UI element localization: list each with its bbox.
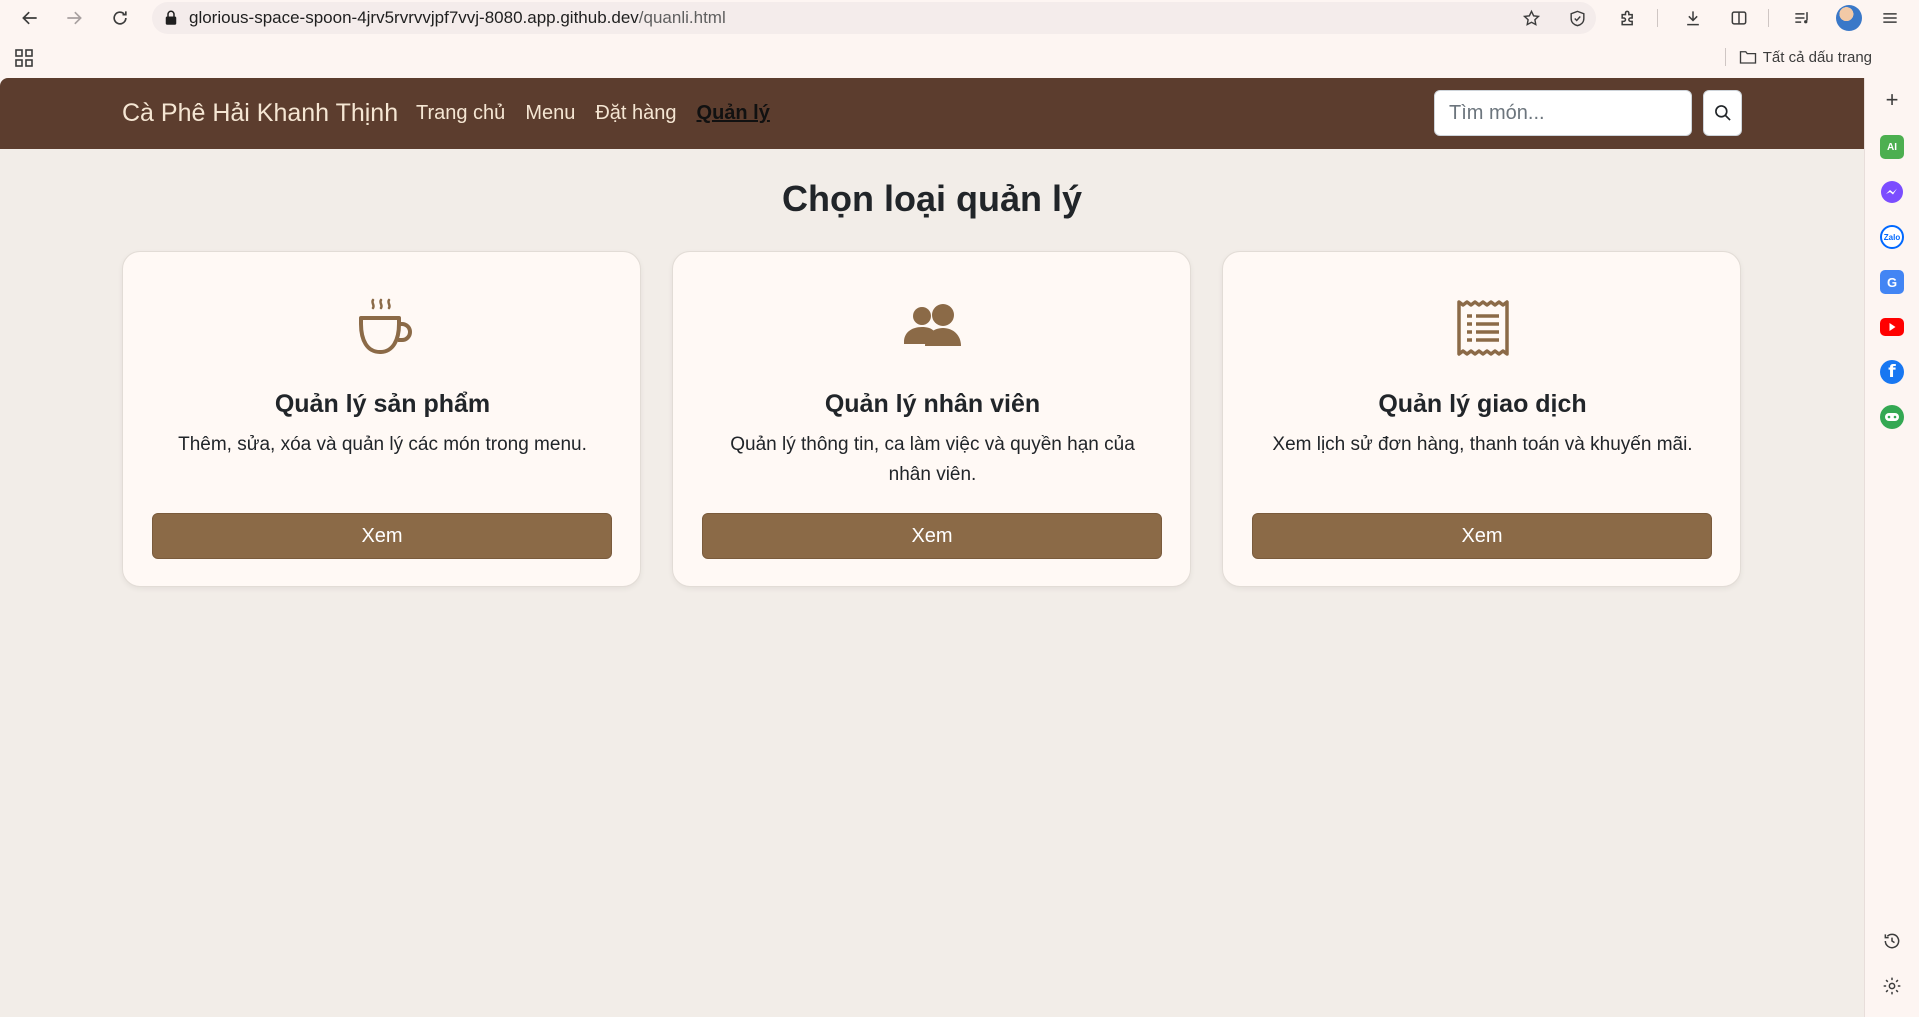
site-brand[interactable]: Cà Phê Hải Khanh Thịnh — [122, 78, 398, 149]
arrow-right-icon — [67, 11, 82, 25]
split-view-button[interactable] — [1727, 6, 1751, 30]
youtube-logo-icon — [1880, 318, 1904, 336]
site-navbar: Cà Phê Hải Khanh Thịnh Trang chủ Menu Đặ… — [0, 78, 1864, 149]
url-path: /quanli.html — [638, 8, 726, 27]
people-icon — [903, 304, 961, 346]
all-bookmarks-folder[interactable]: Tất cả dấu trang — [1724, 46, 1872, 68]
bookmarks-bar: Tất cả dấu trang — [0, 36, 1919, 78]
hamburger-menu-icon — [1883, 13, 1897, 23]
card-description: Thêm, sửa, xóa và quản lý các món trong … — [178, 434, 587, 455]
shield-icon[interactable] — [1568, 9, 1587, 28]
card-description: Quản lý thông tin, ca làm việc và quyền … — [730, 434, 1135, 485]
zalo-icon[interactable]: Zalo — [1880, 225, 1904, 249]
receipt-icon — [1456, 300, 1509, 356]
nav-link-menu[interactable]: Menu — [525, 102, 575, 125]
browser-side-panel: + AI Zalo G f — [1864, 78, 1919, 1017]
download-icon — [1687, 11, 1699, 26]
playlist-icon — [1795, 12, 1808, 24]
address-bar[interactable]: glorious-space-spoon-4jrv5rvrvvjpf7vvj-8… — [152, 2, 1596, 34]
all-bookmarks-label: Tất cả dấu trang — [1762, 48, 1872, 66]
downloads-button[interactable] — [1681, 6, 1705, 30]
search-input[interactable] — [1434, 90, 1692, 136]
nav-link-order[interactable]: Đặt hàng — [595, 102, 676, 125]
gamepad-glyph-icon — [1885, 413, 1899, 421]
card-title: Quản lý sản phẩm — [274, 390, 491, 418]
youtube-icon[interactable] — [1880, 315, 1904, 339]
browser-toolbar: glorious-space-spoon-4jrv5rvrvvjpf7vvj-8… — [0, 0, 1919, 36]
arrow-left-icon — [22, 11, 37, 25]
url-host: glorious-space-spoon-4jrv5rvrvvjpf7vvj-8… — [189, 8, 639, 27]
back-button[interactable] — [18, 6, 42, 30]
card-transactions: Quản lý giao dịch Xem lịch sử đơn hàng, … — [1222, 251, 1741, 587]
game-controller-icon[interactable] — [1880, 405, 1904, 429]
toolbar-separator — [1768, 9, 1769, 27]
view-employees-button[interactable]: Xem — [702, 513, 1162, 559]
ai-assistant-icon[interactable]: AI — [1880, 135, 1904, 159]
messenger-icon[interactable] — [1880, 180, 1904, 204]
nav-links: Trang chủ Menu Đặt hàng Quản lý — [416, 78, 790, 149]
messenger-logo-icon — [1881, 181, 1903, 203]
reading-list-button[interactable] — [1790, 6, 1814, 30]
ai-label: AI — [1887, 141, 1897, 153]
gear-icon — [1883, 977, 1901, 995]
puzzle-icon — [1621, 10, 1633, 26]
history-icon[interactable] — [1880, 929, 1904, 953]
nav-link-manage[interactable]: Quản lý — [697, 102, 770, 125]
url-text: glorious-space-spoon-4jrv5rvrvvjpf7vvj-8… — [189, 2, 726, 34]
apps-grid-icon[interactable] — [14, 48, 34, 68]
card-icon-wrap — [123, 296, 642, 360]
browser-menu-button[interactable] — [1878, 6, 1902, 30]
forward-button[interactable] — [62, 6, 86, 30]
settings-icon[interactable] — [1880, 974, 1904, 998]
profile-avatar[interactable] — [1836, 5, 1862, 31]
card-icon-wrap — [1223, 296, 1742, 360]
card-title: Quản lý nhân viên — [824, 390, 1041, 418]
view-transactions-button[interactable]: Xem — [1252, 513, 1712, 559]
page-title: Chọn loại quản lý — [781, 178, 1082, 219]
history-glyph-icon — [1884, 933, 1900, 949]
nav-link-home[interactable]: Trang chủ — [416, 102, 505, 125]
reload-button[interactable] — [108, 6, 132, 30]
split-screen-icon — [1731, 11, 1747, 25]
folder-icon — [1739, 51, 1756, 64]
google-translate-icon[interactable]: G — [1880, 270, 1904, 294]
add-panel-button[interactable]: + — [1880, 87, 1904, 112]
toolbar-separator — [1657, 9, 1658, 27]
coffee-cup-icon — [358, 298, 412, 354]
card-products: Quản lý sản phẩm Thêm, sửa, xóa và quản … — [122, 251, 641, 587]
reload-icon — [113, 11, 127, 25]
card-title: Quản lý giao dịch — [1378, 390, 1587, 418]
lock-icon — [165, 10, 177, 25]
facebook-icon[interactable]: f — [1880, 360, 1904, 384]
extensions-button[interactable] — [1616, 6, 1640, 30]
view-products-button[interactable]: Xem — [152, 513, 612, 559]
star-icon[interactable] — [1522, 9, 1541, 28]
zalo-label: Zalo — [1883, 232, 1901, 242]
card-employees: Quản lý nhân viên Quản lý thông tin, ca … — [672, 251, 1191, 587]
search-button[interactable] — [1703, 90, 1742, 136]
card-icon-wrap — [673, 296, 1192, 360]
card-description: Xem lịch sử đơn hàng, thanh toán và khuy… — [1272, 434, 1693, 455]
page-viewport: Cà Phê Hải Khanh Thịnh Trang chủ Menu Đặ… — [0, 78, 1864, 1017]
search-icon — [1714, 105, 1731, 121]
